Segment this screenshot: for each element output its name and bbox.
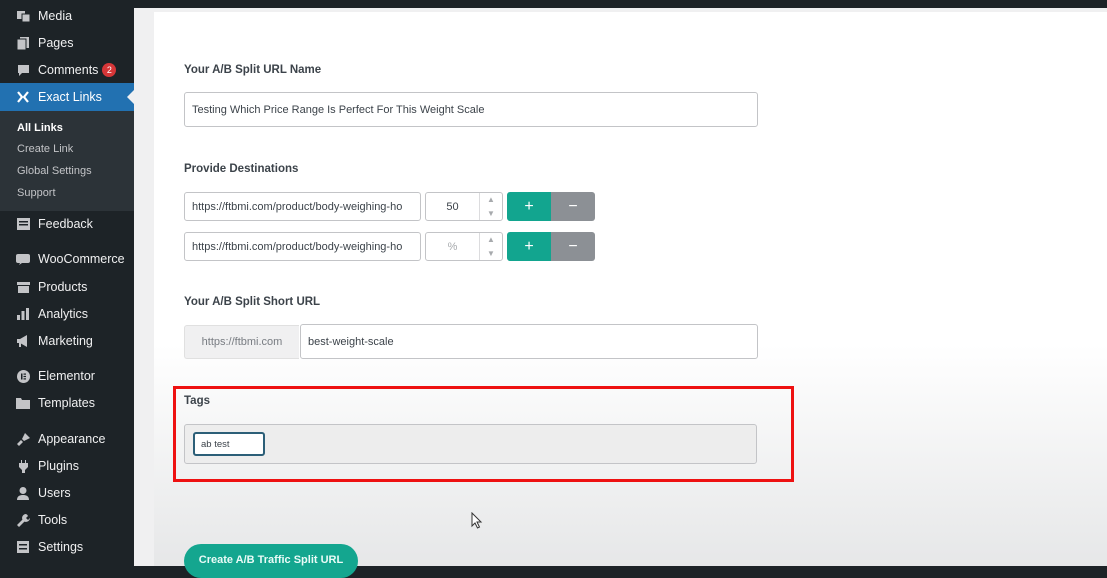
sidebar-item-label: Exact Links [38, 90, 102, 104]
short-url-label: Your A/B Split Short URL [184, 296, 321, 308]
media-icon [16, 9, 30, 23]
sidebar-item-label: Feedback [38, 217, 93, 231]
sidebar-item-feedback[interactable]: Feedback [0, 211, 134, 237]
destination-weight-placeholder: % [447, 240, 458, 253]
products-icon [16, 280, 30, 294]
sidebar-item-marketing[interactable]: Marketing [0, 328, 134, 354]
sidebar-item-settings[interactable]: Settings [0, 534, 134, 560]
sidebar-item-pages[interactable]: Pages [0, 30, 134, 56]
submenu-item-global-settings[interactable]: Global Settings [17, 165, 92, 177]
sidebar-item-label: Elementor [38, 369, 95, 383]
chevron-down-icon[interactable]: ▼ [487, 249, 495, 258]
sidebar-item-label: Users [38, 486, 71, 500]
sidebar-item-label: Templates [38, 396, 95, 410]
destination-weight-input[interactable]: % ▲ ▼ [425, 232, 503, 261]
users-icon [16, 486, 30, 500]
exact-links-submenu: All Links Create Link Global Settings Su… [0, 111, 134, 211]
submenu-item-all-links[interactable]: All Links [17, 122, 63, 134]
sidebar-item-users[interactable]: Users [0, 480, 134, 506]
feedback-icon [16, 217, 30, 231]
mouse-cursor-icon [471, 512, 483, 529]
chevron-up-icon[interactable]: ▲ [487, 235, 495, 244]
remove-destination-button[interactable]: − [551, 232, 595, 261]
pages-icon [16, 36, 30, 50]
sidebar-item-label: Tools [38, 513, 68, 527]
destination-url-input[interactable]: https://ftbmi.com/product/body-weighing-… [184, 192, 421, 221]
marketing-icon [16, 334, 30, 348]
chevron-down-icon[interactable]: ▼ [487, 209, 495, 218]
sidebar-item-label: Products [38, 280, 88, 294]
submenu-item-create-link[interactable]: Create Link [17, 143, 73, 155]
sidebar-item-woocommerce[interactable]: WooCommerce [0, 246, 134, 272]
sidebar-item-analytics[interactable]: Analytics [0, 301, 134, 327]
create-split-url-button[interactable]: Create A/B Traffic Split URL [184, 544, 358, 578]
destinations-label: Provide Destinations [184, 163, 299, 175]
submenu-item-support[interactable]: Support [17, 187, 56, 199]
weight-stepper[interactable]: ▲ ▼ [479, 193, 502, 220]
annotation-highlight-box [173, 386, 794, 482]
plugins-icon [16, 459, 30, 473]
weight-stepper[interactable]: ▲ ▼ [479, 233, 502, 260]
remove-destination-button[interactable]: − [551, 192, 595, 221]
admin-sidebar: Media Pages Comments 2 Exact Links All L… [0, 0, 134, 566]
short-url-domain-prefix: https://ftbmi.com [184, 325, 299, 359]
sidebar-item-label: Plugins [38, 459, 79, 473]
tools-icon [16, 513, 30, 527]
short-url-slug-input[interactable]: best-weight-scale [300, 324, 758, 359]
sidebar-item-label: Analytics [38, 307, 89, 321]
appearance-icon [16, 432, 30, 446]
destination-url-input[interactable]: https://ftbmi.com/product/body-weighing-… [184, 232, 421, 261]
sidebar-item-exact-links[interactable]: Exact Links [0, 83, 134, 111]
top-strip [0, 0, 1107, 8]
sidebar-item-plugins[interactable]: Plugins [0, 453, 134, 479]
sidebar-item-tools[interactable]: Tools [0, 507, 134, 533]
settings-icon [16, 540, 30, 554]
add-destination-button[interactable]: + [507, 192, 551, 221]
sidebar-item-media[interactable]: Media [0, 3, 134, 29]
add-destination-button[interactable]: + [507, 232, 551, 261]
chevron-up-icon[interactable]: ▲ [487, 195, 495, 204]
sidebar-item-appearance[interactable]: Appearance [0, 426, 134, 452]
woocommerce-icon [16, 252, 30, 266]
elementor-icon [16, 369, 30, 383]
sidebar-item-label: Appearance [38, 432, 106, 446]
split-url-name-input[interactable]: Testing Which Price Range Is Perfect For… [184, 92, 758, 127]
split-url-name-label: Your A/B Split URL Name [184, 64, 322, 76]
sidebar-item-label: Settings [38, 540, 84, 554]
sidebar-item-label: Comments [38, 63, 99, 77]
analytics-icon [16, 307, 30, 321]
sidebar-item-label: Pages [38, 36, 74, 50]
sidebar-item-comments[interactable]: Comments 2 [0, 57, 134, 83]
destination-weight-value: 50 [446, 200, 459, 213]
sidebar-item-products[interactable]: Products [0, 274, 134, 300]
sidebar-item-label: Media [38, 9, 73, 23]
templates-icon [16, 396, 30, 410]
sidebar-item-elementor[interactable]: Elementor [0, 363, 134, 389]
comments-icon [16, 63, 30, 77]
comments-count-badge: 2 [102, 63, 117, 77]
sidebar-item-label: WooCommerce [38, 252, 125, 266]
sidebar-item-templates[interactable]: Templates [0, 390, 134, 416]
sidebar-item-label: Marketing [38, 334, 93, 348]
exact-links-icon [16, 90, 30, 104]
destination-weight-input[interactable]: 50 ▲ ▼ [425, 192, 503, 221]
